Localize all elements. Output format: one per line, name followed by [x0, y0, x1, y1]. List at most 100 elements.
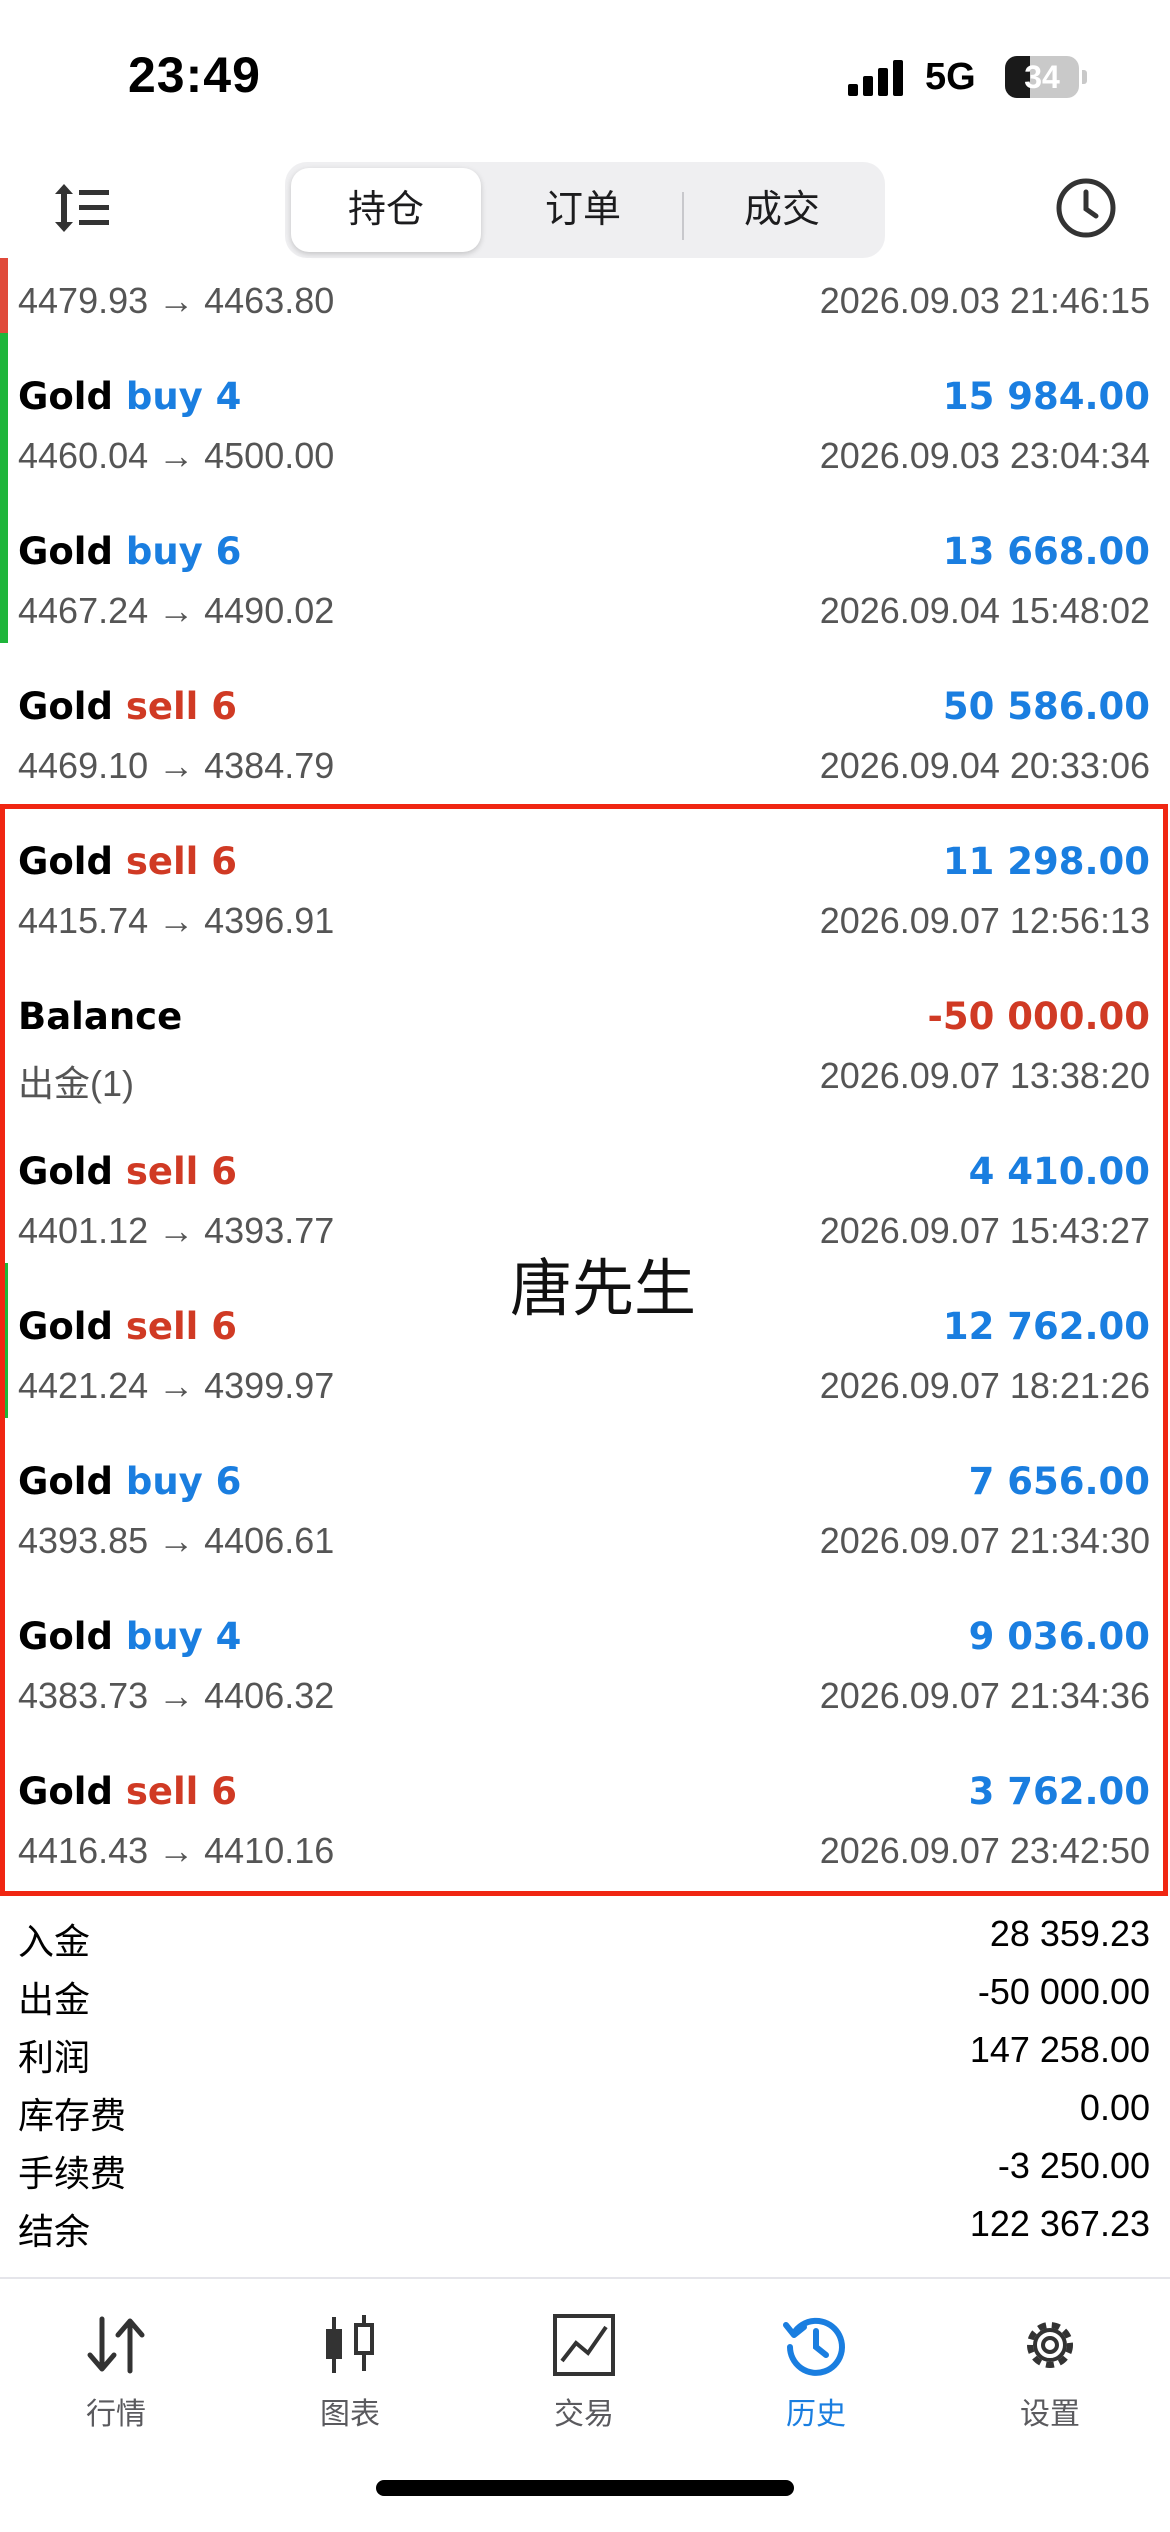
gear-icon [1027, 2322, 1073, 2368]
deal-profit: 3 762.00 [968, 1770, 1150, 1813]
tab-orders[interactable]: 订单 [488, 168, 678, 252]
tab-positions[interactable]: 持仓 [291, 168, 481, 252]
deal-side: sell 6 [125, 1770, 237, 1813]
deal-row[interactable]: 4479.93 → 4463.80 2026.09.03 21:46:15 [0, 258, 1170, 333]
history-toolbar: 持仓 订单 成交 [0, 150, 1170, 260]
deal-row[interactable]: Gold sell 6 4469.10 → 4384.79 50 586.00 202… [0, 643, 1170, 798]
deal-title: Gold buy 6 [18, 530, 241, 573]
summary-row: 出金 -50 000.00 [0, 1965, 1170, 2023]
deal-profit: -50 000.00 [927, 995, 1150, 1038]
segment-divider [682, 192, 684, 240]
sort-button[interactable] [52, 180, 112, 236]
deal-profit: 9 036.00 [968, 1615, 1150, 1658]
deal-profit: 12 762.00 [942, 1305, 1150, 1348]
summary-label: 利润 [18, 2037, 91, 2078]
deal-profit: 13 668.00 [942, 530, 1150, 573]
deal-row[interactable]: Gold sell 6 4415.74 → 4396.91 11 298.00 202… [0, 798, 1170, 953]
deal-status-bar [0, 258, 8, 333]
trade-chart-icon [553, 2314, 615, 2376]
deal-prices: 4416.43 → 4410.16 [18, 1830, 335, 1871]
deal-time: 2026.09.07 12:56:13 [819, 900, 1150, 941]
tab-label: 交易 [554, 2398, 614, 2431]
tab-history[interactable]: 历史 [716, 2299, 916, 2431]
history-period-button[interactable] [1054, 176, 1118, 240]
deal-prices: 4383.73 → 4406.32 [18, 1675, 335, 1716]
deal-status-bar [0, 488, 8, 643]
deal-prices: 4401.12 → 4393.77 [18, 1210, 335, 1251]
tab-label: 历史 [786, 2398, 846, 2431]
home-indicator [376, 2480, 794, 2496]
deal-symbol: Gold [18, 1305, 113, 1348]
watermark-text: 唐先生 [510, 1255, 697, 1324]
deal-side: buy 4 [125, 1615, 242, 1658]
deal-title: Gold buy 4 [18, 1615, 241, 1658]
clock-icon [1056, 178, 1116, 238]
deal-title: Gold sell 6 [18, 1770, 237, 1813]
deal-row[interactable]: Gold buy 4 4383.73 → 4406.32 9 036.00 2026.… [0, 1573, 1170, 1728]
battery-cap [1082, 70, 1087, 84]
sort-icon [55, 184, 109, 232]
deal-side: sell 6 [125, 1150, 237, 1193]
deal-profit: 11 298.00 [942, 840, 1150, 883]
deal-symbol: Gold [18, 1615, 113, 1658]
deal-row[interactable]: Gold buy 4 4460.04 → 4500.00 15 984.00 2026… [0, 333, 1170, 488]
deal-row[interactable]: Gold buy 6 4393.85 → 4406.61 7 656.00 2026.… [0, 1418, 1170, 1573]
summary-value: 147 258.00 [969, 2029, 1150, 2070]
summary-row: 手续费 -3 250.00 [0, 2139, 1170, 2197]
deal-prices: 4460.04 → 4500.00 [18, 435, 335, 476]
deal-symbol: Gold [18, 530, 113, 573]
deals-list: Gold sell 6 4416.43 → 4410.16 3 762.00 2026… [0, 258, 1170, 1903]
summary-value: 0.00 [1079, 2087, 1150, 2128]
deal-symbol: Gold [18, 1770, 113, 1813]
quotes-arrows-icon [87, 2316, 145, 2374]
summary-label: 手续费 [18, 2153, 127, 2194]
deal-side: buy 6 [125, 1460, 242, 1503]
deal-row[interactable]: Balance 出金(1) -50 000.00 2026.09.07 13:38:2… [0, 953, 1170, 1108]
deal-symbol: Gold [18, 1150, 113, 1193]
status-bar: 23:49 5G 34 [0, 0, 1170, 150]
cellular-signal-icon [848, 60, 904, 96]
tab-trade[interactable]: 交易 [484, 2299, 684, 2431]
battery-level: 34 [1024, 59, 1060, 95]
deal-symbol: Gold [18, 1460, 113, 1503]
deal-status-bar [0, 333, 8, 488]
battery-icon: 34 [1005, 56, 1079, 98]
deal-side: buy 6 [125, 530, 242, 573]
tab-settings[interactable]: 设置 [950, 2299, 1150, 2431]
summary-value: 122 367.23 [969, 2203, 1150, 2244]
deal-time: 2026.09.04 20:33:06 [819, 745, 1150, 786]
deal-side: buy 4 [125, 375, 242, 418]
summary-label: 结余 [18, 2211, 91, 2252]
deal-time: 2026.09.04 15:48:02 [819, 590, 1150, 631]
deal-prices: 4479.93 → 4463.80 [18, 280, 335, 321]
deal-profit: 4 410.00 [968, 1150, 1150, 1193]
deal-row[interactable]: Gold buy 6 4467.24 → 4490.02 13 668.00 2026… [0, 488, 1170, 643]
deal-time: 2026.09.07 21:34:36 [819, 1675, 1150, 1716]
tab-charts[interactable]: 图表 [250, 2299, 450, 2431]
deal-time: 2026.09.07 18:21:26 [819, 1365, 1150, 1406]
deal-profit: 15 984.00 [942, 375, 1150, 418]
tab-quotes[interactable]: 行情 [16, 2299, 216, 2431]
deal-prices: 出金(1) [18, 1063, 134, 1104]
deal-symbol: Gold [18, 375, 113, 418]
deal-profit: 7 656.00 [968, 1460, 1150, 1503]
deal-symbol: Gold [18, 685, 113, 728]
deal-row[interactable]: Gold sell 6 4416.43 → 4410.16 3 762.00 2026… [0, 1728, 1170, 1883]
summary-value: -50 000.00 [977, 1971, 1150, 2012]
deal-title: Gold sell 6 [18, 840, 237, 883]
deal-time: 2026.09.07 13:38:20 [819, 1055, 1150, 1096]
deal-time: 2026.09.07 23:42:50 [819, 1830, 1150, 1871]
tab-label: 设置 [1020, 2398, 1080, 2431]
deal-title: Gold buy 4 [18, 375, 241, 418]
deal-prices: 4467.24 → 4490.02 [18, 590, 335, 631]
deal-status-bar [0, 1263, 8, 1418]
summary-row: 入金 28 359.23 [0, 1907, 1170, 1965]
deal-title: Gold sell 6 [18, 1150, 237, 1193]
deal-symbol: Balance [18, 995, 183, 1038]
deal-time: 2026.09.07 21:34:30 [819, 1520, 1150, 1561]
summary-value: 28 359.23 [989, 1913, 1150, 1954]
deal-prices: 4421.24 → 4399.97 [18, 1365, 335, 1406]
deal-title: Gold buy 6 [18, 1460, 241, 1503]
tab-deals[interactable]: 成交 [687, 168, 877, 252]
tab-label: 图表 [320, 2398, 380, 2431]
